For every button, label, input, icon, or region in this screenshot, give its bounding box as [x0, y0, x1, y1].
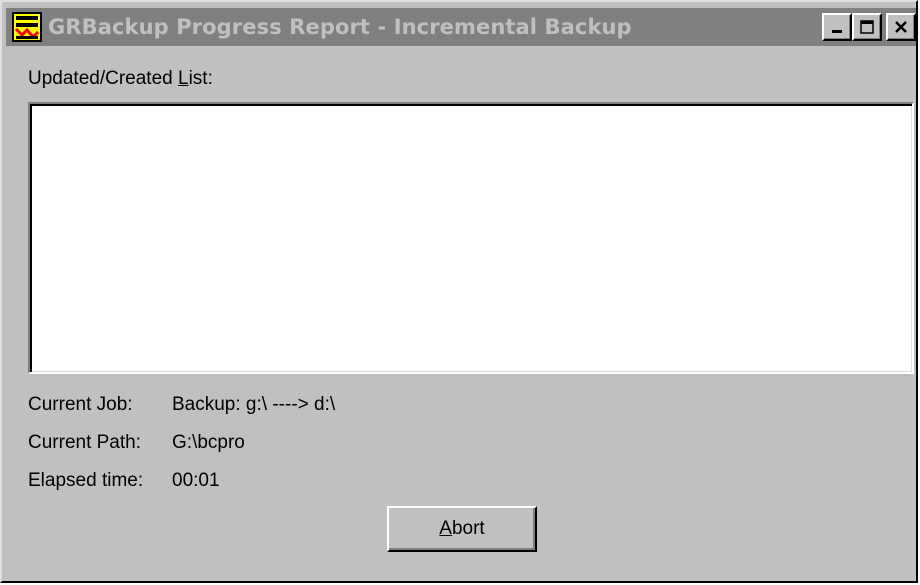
window-title: GRBackup Progress Report - Incremental B… [48, 15, 632, 39]
abort-button[interactable]: Abort [387, 506, 537, 552]
current-path-row: Current Path: G:\bcpro [28, 432, 245, 454]
close-icon [895, 21, 907, 33]
close-button[interactable] [886, 13, 916, 41]
updated-created-listbox[interactable] [28, 102, 914, 374]
progress-report-window: GRBackup Progress Report - Incremental B… [0, 0, 918, 583]
current-job-value: Backup: g:\ ----> d:\ [172, 394, 336, 415]
elapsed-time-label: Elapsed time: [28, 470, 144, 491]
elapsed-time-value: 00:01 [172, 470, 220, 491]
elapsed-time-row: Elapsed time: 00:01 [28, 470, 220, 492]
grbackup-app-icon[interactable] [12, 12, 42, 42]
maximize-button[interactable] [852, 13, 882, 41]
window-controls [822, 13, 916, 41]
current-path-label: Current Path: [28, 432, 141, 453]
minimize-button[interactable] [822, 13, 852, 41]
mnemonic-l: L [178, 68, 189, 89]
current-path-value: G:\bcpro [172, 432, 245, 453]
current-job-label: Current Job: [28, 394, 133, 415]
minimize-icon [832, 30, 842, 33]
abort-mnemonic: A [439, 518, 452, 539]
updated-created-list-label: Updated/Created List: [28, 68, 213, 89]
title-bar[interactable]: GRBackup Progress Report - Incremental B… [6, 8, 916, 46]
maximize-icon [860, 20, 874, 34]
current-job-row: Current Job: Backup: g:\ ----> d:\ [28, 394, 335, 416]
